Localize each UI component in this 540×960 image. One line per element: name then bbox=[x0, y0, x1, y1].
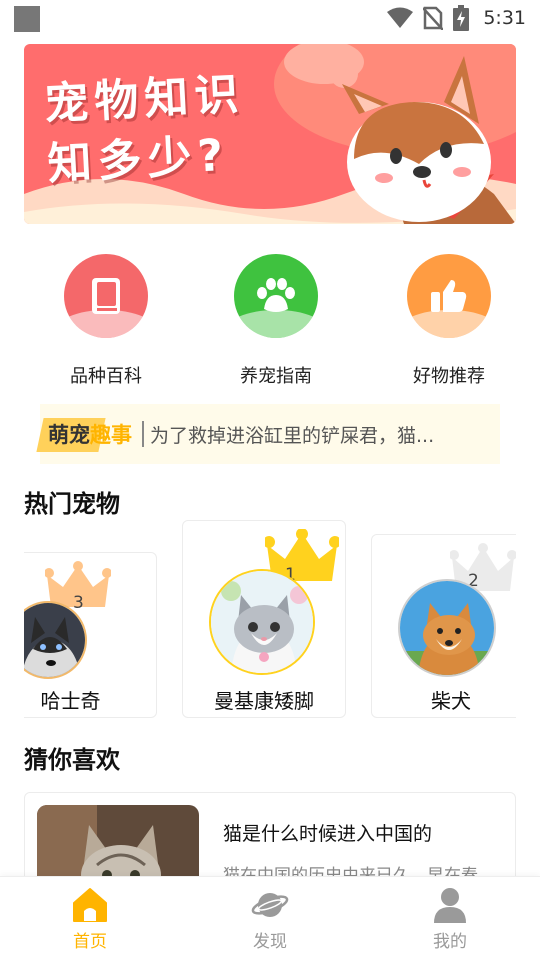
hot-pets-carousel[interactable]: 3 哈士奇 1 曼基康矮脚 2 柴犬 bbox=[24, 518, 516, 726]
promo-banner[interactable]: 宠物知识 知多少? bbox=[24, 44, 516, 224]
news-tag-part1: 萌宠 bbox=[48, 423, 90, 447]
user-icon bbox=[434, 888, 466, 923]
wifi-icon bbox=[387, 7, 414, 28]
recommendation-title[interactable]: 猫是什么时候进入中国的 bbox=[223, 819, 432, 846]
banner-title-line2: 知多少? bbox=[46, 129, 231, 191]
home-icon bbox=[73, 888, 107, 922]
pet-card-munchkin[interactable]: 1 曼基康矮脚 bbox=[182, 520, 346, 718]
guess-you-like-title: 猜你喜欢 bbox=[24, 740, 128, 775]
nav-profile[interactable]: 我的 bbox=[390, 887, 510, 952]
news-divider bbox=[142, 421, 144, 447]
bottom-nav: 首页 发现 我的 bbox=[0, 876, 540, 960]
thumbs-up-icon bbox=[431, 280, 467, 312]
news-tag-part2: 趣事 bbox=[90, 423, 132, 447]
nav-label: 我的 bbox=[433, 932, 467, 952]
category-label: 好物推荐 bbox=[413, 366, 485, 387]
pet-card-shiba[interactable]: 2 柴犬 bbox=[371, 534, 516, 718]
planet-icon bbox=[251, 893, 289, 917]
category-circle bbox=[234, 254, 318, 338]
hot-pets-title: 热门宠物 bbox=[24, 484, 128, 519]
pet-avatar-shiba bbox=[398, 579, 496, 677]
battery-charging-icon bbox=[453, 5, 470, 31]
news-headline[interactable]: 为了救掉进浴缸里的铲屎君，猫... bbox=[150, 421, 460, 448]
book-icon bbox=[92, 278, 120, 314]
category-recommended-goods[interactable]: 好物推荐 bbox=[374, 254, 524, 388]
rank-number: 3 bbox=[73, 593, 84, 613]
category-circle bbox=[64, 254, 148, 338]
status-icons: 5:31 bbox=[387, 4, 526, 32]
clock: 5:31 bbox=[483, 7, 526, 29]
pet-name: 哈士奇 bbox=[40, 689, 101, 713]
category-row: 品种百科 养宠指南 好物推荐 bbox=[0, 254, 540, 394]
pet-avatar-munchkin bbox=[209, 569, 315, 675]
nav-label: 首页 bbox=[73, 932, 107, 952]
news-ticker[interactable]: 萌宠 趣事 为了救掉进浴缸里的铲屎君，猫... bbox=[36, 404, 500, 464]
nav-discover[interactable]: 发现 bbox=[210, 887, 330, 952]
notification-icon bbox=[14, 6, 40, 32]
category-breed-encyclopedia[interactable]: 品种百科 bbox=[31, 254, 181, 388]
category-label: 品种百科 bbox=[70, 366, 142, 387]
pet-name: 曼基康矮脚 bbox=[214, 689, 314, 713]
category-circle bbox=[407, 254, 491, 338]
nav-label: 发现 bbox=[253, 932, 287, 952]
no-sim-icon bbox=[423, 6, 444, 30]
nav-home[interactable]: 首页 bbox=[30, 887, 150, 952]
news-tag: 萌宠 趣事 bbox=[36, 414, 138, 454]
category-pet-guide[interactable]: 养宠指南 bbox=[201, 254, 351, 388]
category-label: 养宠指南 bbox=[240, 366, 312, 387]
paw-icon bbox=[257, 278, 295, 312]
banner-title: 宠物知识 知多少? bbox=[43, 65, 249, 195]
pet-name: 柴犬 bbox=[431, 689, 471, 713]
status-bar: 5:31 bbox=[0, 0, 540, 36]
banner-title-line1: 宠物知识 bbox=[43, 68, 246, 131]
pet-card-husky[interactable]: 3 哈士奇 bbox=[24, 552, 157, 718]
